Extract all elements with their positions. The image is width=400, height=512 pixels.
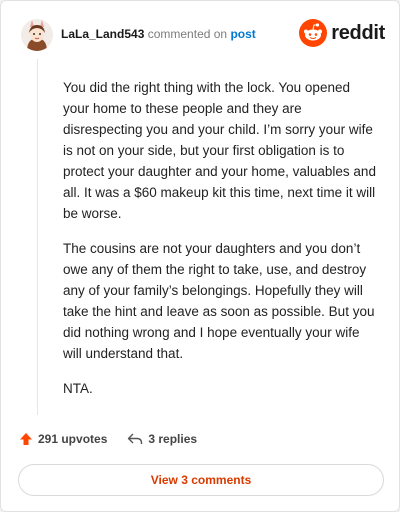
replies-button[interactable]: 3 replies xyxy=(127,432,197,446)
reddit-wordmark: reddit xyxy=(331,21,385,44)
comment-card: LaLa_Land543 commented on post reddit Yo… xyxy=(0,0,400,512)
comment-header: LaLa_Land543 commented on post reddit xyxy=(21,19,385,51)
comment-body: You did the right thing with the lock. Y… xyxy=(63,77,379,413)
comment-actions: 291 upvotes 3 replies xyxy=(19,429,197,449)
view-comments-button[interactable]: View 3 comments xyxy=(18,464,384,496)
comment-paragraph: NTA. xyxy=(63,381,93,396)
post-link[interactable]: post xyxy=(230,27,255,41)
commented-on-text: commented on xyxy=(147,27,228,41)
comment-paragraph: You did the right thing with the lock. Y… xyxy=(63,80,376,221)
reddit-brand[interactable]: reddit xyxy=(299,19,385,47)
reply-count: 3 replies xyxy=(148,432,198,446)
upvote-arrow-icon xyxy=(20,433,32,445)
thread-line[interactable] xyxy=(37,59,38,415)
comment-meta: LaLa_Land543 commented on post xyxy=(61,27,256,41)
avatar[interactable] xyxy=(21,19,53,51)
upvote-count: 291 upvotes xyxy=(38,432,108,446)
comment-paragraph: The cousins are not your daughters and y… xyxy=(63,241,375,361)
upvote-button[interactable]: 291 upvotes xyxy=(19,432,107,446)
username-link[interactable]: LaLa_Land543 xyxy=(61,27,144,41)
reddit-logo-icon xyxy=(299,19,328,47)
avatar-image xyxy=(21,19,53,51)
reply-arrow-icon xyxy=(128,433,143,444)
